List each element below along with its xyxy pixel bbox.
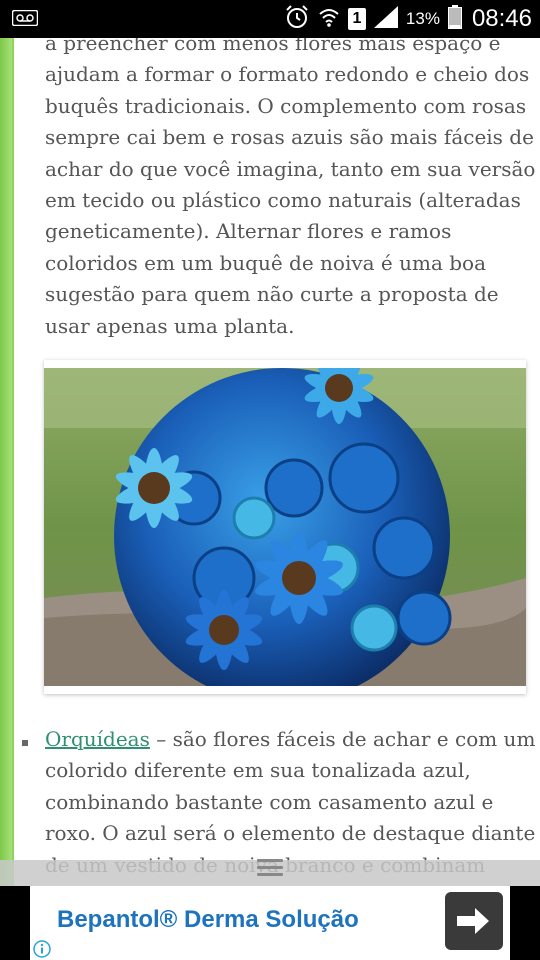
status-bar: 1 13% 08:46 [0, 0, 540, 38]
drawer-handle-icon[interactable] [240, 850, 300, 884]
paragraph-line: em tecido ou plástico como naturais (alt… [45, 188, 521, 213]
sim-badge: 1 [347, 8, 366, 30]
paragraph-line: usar apenas uma planta. [45, 313, 295, 338]
battery-percent: 13% [405, 9, 440, 28]
orquideas-link[interactable]: Orquídeas [45, 727, 150, 751]
signal-icon [373, 5, 398, 33]
bouquet-photo [44, 368, 526, 686]
article-paragraph: a preencher com menos flores mais espaço… [45, 38, 535, 342]
ad-banner[interactable]: Bepantol® Derma Solução [0, 886, 540, 960]
list-item-line: colorido diferente em sua tonalizada azu… [45, 758, 471, 783]
paragraph-line: sugestão para quem não curte a proposta … [45, 282, 499, 307]
arrow-right-icon[interactable] [445, 892, 503, 950]
voicemail-icon [11, 9, 39, 31]
battery-icon [447, 4, 462, 34]
bouquet-photo-frame [44, 360, 526, 694]
paragraph-line: geneticamente). Alternar flores e ramos [45, 219, 452, 244]
list-item-line: roxo. O azul será o elemento de destaque… [45, 821, 536, 846]
paragraph-line: ajudam a formar o formato redondo e chei… [45, 62, 530, 87]
paragraph-line: coloridos em um buquê de noiva é uma boa [45, 250, 487, 275]
webpage-content[interactable]: a preencher com menos flores mais espaço… [0, 38, 540, 886]
ad-content[interactable]: Bepantol® Derma Solução [30, 886, 510, 960]
clock: 08:46 [471, 5, 532, 32]
paragraph-line: a preencher com menos flores mais espaço… [45, 38, 501, 55]
article: a preencher com menos flores mais espaço… [14, 38, 540, 886]
list-item-line: combinando bastante com casamento azul e [45, 789, 494, 814]
paragraph-line: achar do que você imagina, tanto em sua … [45, 156, 536, 181]
ad-title[interactable]: Bepantol® Derma Solução [57, 906, 359, 934]
list-item-first-line: – são flores fáceis de achar e com um [149, 727, 536, 751]
paragraph-line: sempre cai bem e rosas azuis são mais fá… [45, 125, 534, 150]
bullet-marker [22, 740, 28, 746]
alarm-icon [284, 4, 310, 35]
wifi-icon [318, 6, 340, 33]
paragraph-line: buquês tradicionais. O complemento com r… [45, 93, 527, 118]
info-icon[interactable] [31, 938, 53, 960]
